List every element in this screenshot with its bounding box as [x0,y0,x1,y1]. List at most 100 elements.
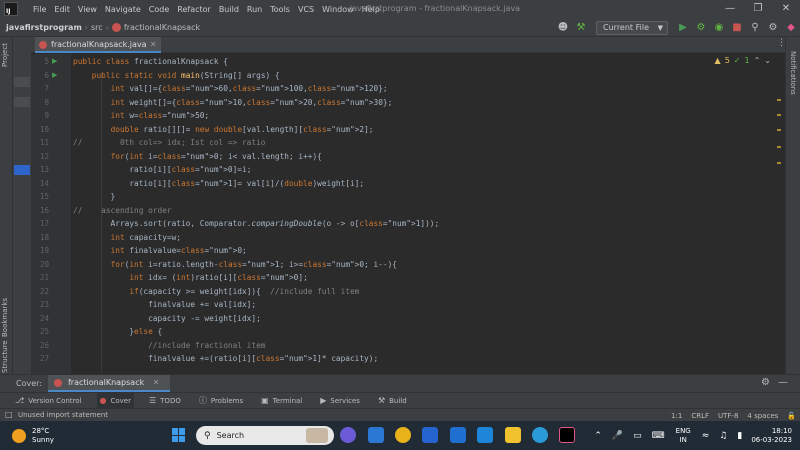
windows-start-icon[interactable] [172,428,186,442]
project-tool-button[interactable]: Project [1,43,9,67]
microphone-icon[interactable]: 🎤 [612,431,623,441]
user-icon[interactable]: ☻ [555,20,571,36]
restore-icon[interactable]: ❐ [748,2,768,16]
menu-tools[interactable]: Tools [269,4,291,15]
file-explorer-icon[interactable] [505,427,521,443]
warning-stripe-mark[interactable] [777,99,781,101]
gear-icon[interactable]: ⚙ [761,377,770,388]
minimize-panel-icon[interactable]: — [778,377,788,388]
taskbar-search[interactable]: ⚲ Search [196,426,334,445]
code-line[interactable]: 7 int val[]={class="num">60,class="num">… [31,82,785,96]
code-line[interactable]: 25 }else { [31,325,785,339]
code-line[interactable]: 13 ratio[i][class="num">0]=i; [31,163,785,177]
tool-cover[interactable]: ● Cover [96,393,134,408]
bookmarks-tool-button[interactable]: Bookmarks [1,298,9,337]
camera-icon[interactable] [450,427,466,443]
lock-icon[interactable]: 🔓 [787,412,796,420]
battery-icon[interactable]: ▮ [737,431,742,441]
code-line[interactable]: 15 } [31,190,785,204]
caret-position[interactable]: 1:1 [671,412,682,420]
code-line[interactable]: 22 if(capacity >= weight[idx]){ //includ… [31,285,785,299]
menu-build[interactable]: Build [218,4,240,15]
tool-services[interactable]: ▶ Services [317,393,363,408]
code-line[interactable]: 16 // ascending order [31,204,785,218]
menu-navigate[interactable]: Navigate [104,4,142,15]
code-line[interactable]: 6 ▶ public static void main(String[] args… [31,69,785,83]
code-editor[interactable]: ▲ 5 ✓ 1 ⌃ ⌄ 5 ▶ public class fractionalKna… [31,54,785,374]
run-gutter-icon[interactable]: ▶ [52,71,57,79]
line-separator[interactable]: CRLF [691,412,709,420]
tool-todo[interactable]: ☰ TODO [146,393,184,408]
menu-run[interactable]: Run [246,4,263,15]
intellij-taskbar-icon[interactable] [559,427,575,443]
coverage-icon[interactable]: ◉ [711,20,727,36]
code-line[interactable]: 9 int w=class="num">50; [31,109,785,123]
run-gutter-icon[interactable]: ▶ [52,58,57,65]
code-line[interactable]: 10 double ratio[][]= new double[val.leng… [31,123,785,137]
menu-refactor[interactable]: Refactor [176,4,212,15]
wifi-icon[interactable]: ≈ [702,431,710,441]
breadcrumb-src[interactable]: src [91,23,103,32]
warning-stripe-mark[interactable] [777,114,781,116]
code-line[interactable]: 8 int weight[]={class="num">10,class="nu… [31,96,785,110]
code-line[interactable]: 19 int finalvalue=class="num">0; [31,244,785,258]
code-line[interactable]: 20 for(int i=ratio.length-class="num">1;… [31,258,785,272]
warning-stripe-mark[interactable] [777,129,781,131]
menu-vcs[interactable]: VCS [297,4,315,15]
tree-row[interactable] [14,77,30,87]
tool-version-control[interactable]: ⎇ Version Control [12,393,85,408]
build-hammer-icon[interactable]: ⚒ [573,20,589,36]
edge-browser-icon[interactable] [532,427,548,443]
file-encoding[interactable]: UTF-8 [718,412,738,420]
breadcrumb-file[interactable]: fractionalKnapsack [124,23,200,32]
indent-setting[interactable]: 4 spaces [747,412,778,420]
warning-stripe-mark[interactable] [777,146,781,148]
menu-view[interactable]: View [77,4,98,15]
volume-icon[interactable]: ♫ [719,431,727,441]
store-icon[interactable] [477,427,493,443]
tool-problems[interactable]: ⓘ Problems [196,393,246,408]
notifications-tool-button[interactable]: Notifications [789,51,797,95]
status-message[interactable]: Unused import statement [18,411,108,419]
close-tab-icon[interactable]: ✕ [150,37,157,52]
clock[interactable]: 18:10 06-03-2023 [751,427,792,445]
close-tab-icon[interactable]: ✕ [153,378,160,387]
mail-icon[interactable] [368,427,384,443]
chevron-up-icon[interactable]: ⌃ [594,431,602,441]
keyboard-icon[interactable]: ⌨ [652,431,665,441]
tool-terminal[interactable]: ▣ Terminal [258,393,305,408]
code-line[interactable]: 5 ▶ public class fractionalKnapsack { [31,55,785,69]
minimize-icon[interactable]: — [720,2,740,16]
debug-icon[interactable]: ⚙ [693,20,709,36]
breadcrumb-project[interactable]: javafirstprogram [6,23,82,32]
run-configuration-select[interactable]: Current File ▼ [596,20,668,35]
error-stripe[interactable] [777,94,781,294]
menu-code[interactable]: Code [148,4,170,15]
tree-row-selected[interactable] [14,165,30,175]
weather-widget[interactable]: 28°C Sunny [32,427,54,445]
menu-edit[interactable]: Edit [53,4,71,15]
code-line[interactable]: 11 // 0th col=> idx; Ist col => ratio [31,136,785,150]
warning-stripe-mark[interactable] [777,162,781,164]
ide-logo-icon[interactable]: ◆ [783,20,799,36]
code-line[interactable]: 18 int capacity=w; [31,231,785,245]
sun-weather-icon[interactable] [12,428,26,443]
tree-row[interactable] [14,97,30,107]
code-line[interactable]: 12 for(int i=class="num">0; i< val.lengt… [31,150,785,164]
code-line[interactable]: 23 finalvalue += val[idx]; [31,298,785,312]
status-panel-icon[interactable]: □ [5,410,13,419]
tab-fractionalknapsack[interactable]: fractionalKnapsack.java ✕ [35,37,161,53]
code-line[interactable]: 17 Arrays.sort(ratio, Comparator.compari… [31,217,785,231]
structure-tool-button[interactable]: Structure [1,340,9,373]
todo-check-icon[interactable] [422,427,438,443]
cover-tab-fractionalknapsack[interactable]: fractionalKnapsack ✕ [47,375,170,392]
code-line[interactable]: 24 capacity -= weight[idx]; [31,312,785,326]
tool-build[interactable]: ⚒ Build [375,393,410,408]
chrome-icon[interactable] [395,427,411,443]
teams-chat-icon[interactable] [340,427,356,443]
menu-file[interactable]: File [32,4,47,15]
close-window-icon[interactable]: ✕ [776,2,796,16]
stop-icon[interactable]: ■ [729,20,745,36]
run-icon[interactable]: ▶ [675,20,691,36]
code-line[interactable]: 21 int idx= (int)ratio[i][class="num">0]… [31,271,785,285]
